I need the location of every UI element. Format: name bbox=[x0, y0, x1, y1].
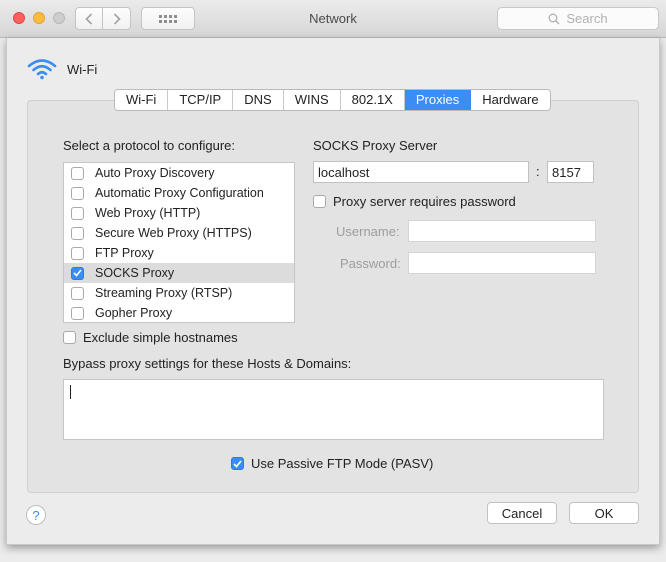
help-button[interactable]: ? bbox=[26, 505, 46, 525]
cancel-button[interactable]: Cancel bbox=[487, 502, 557, 524]
protocol-item-streaming-proxy[interactable]: Streaming Proxy (RTSP) bbox=[64, 283, 294, 303]
protocol-label: Gopher Proxy bbox=[95, 306, 173, 320]
network-window: Network Search Wi-Fi Wi-Fi TCP/IP DNS WI… bbox=[0, 0, 666, 562]
protocol-item-ftp-proxy[interactable]: FTP Proxy bbox=[64, 243, 294, 263]
checkbox[interactable] bbox=[71, 306, 84, 320]
protocol-label: Secure Web Proxy (HTTPS) bbox=[95, 226, 252, 240]
protocol-list: Auto Proxy Discovery Automatic Proxy Con… bbox=[63, 162, 295, 323]
checkmark-icon bbox=[233, 459, 242, 468]
search-field[interactable]: Search bbox=[497, 7, 659, 30]
server-heading: SOCKS Proxy Server bbox=[313, 138, 438, 153]
proxy-host-field[interactable] bbox=[313, 161, 529, 183]
tab-bar: Wi-Fi TCP/IP DNS WINS 802.1X Proxies Har… bbox=[114, 89, 551, 111]
checkbox[interactable] bbox=[71, 186, 84, 200]
tab-proxies[interactable]: Proxies bbox=[404, 90, 472, 110]
protocol-item-gopher-proxy[interactable]: Gopher Proxy bbox=[64, 303, 294, 323]
requires-password-row[interactable]: Proxy server requires password bbox=[313, 194, 516, 209]
protocol-item-auto-discovery[interactable]: Auto Proxy Discovery bbox=[64, 163, 294, 183]
protocol-item-secure-web-proxy[interactable]: Secure Web Proxy (HTTPS) bbox=[64, 223, 294, 243]
passive-ftp-checkbox[interactable] bbox=[231, 457, 244, 470]
password-field[interactable] bbox=[408, 252, 596, 274]
passive-ftp-label: Use Passive FTP Mode (PASV) bbox=[251, 456, 434, 471]
exclude-simple-label: Exclude simple hostnames bbox=[83, 330, 238, 345]
protocol-label: FTP Proxy bbox=[95, 246, 154, 260]
bypass-label: Bypass proxy settings for these Hosts & … bbox=[63, 356, 352, 371]
protocol-item-auto-config[interactable]: Automatic Proxy Configuration bbox=[64, 183, 294, 203]
checkmark-icon bbox=[73, 269, 82, 277]
bypass-textarea[interactable] bbox=[63, 379, 604, 440]
tab-hardware[interactable]: Hardware bbox=[471, 90, 550, 110]
exclude-simple-row[interactable]: Exclude simple hostnames bbox=[63, 330, 238, 345]
search-icon bbox=[548, 13, 560, 24]
proxy-port-field[interactable] bbox=[547, 161, 594, 183]
checkbox[interactable] bbox=[71, 246, 84, 260]
protocol-heading: Select a protocol to configure: bbox=[63, 138, 235, 153]
interface-header: Wi-Fi bbox=[27, 58, 97, 80]
exclude-simple-checkbox[interactable] bbox=[63, 331, 76, 344]
protocol-label: Streaming Proxy (RTSP) bbox=[95, 286, 233, 300]
checkbox[interactable] bbox=[71, 266, 84, 280]
protocol-label: Automatic Proxy Configuration bbox=[95, 186, 264, 200]
tab-8021x[interactable]: 802.1X bbox=[340, 90, 405, 110]
tab-dns[interactable]: DNS bbox=[233, 90, 284, 110]
ok-button[interactable]: OK bbox=[569, 502, 639, 524]
tab-wifi[interactable]: Wi-Fi bbox=[115, 90, 169, 110]
username-label: Username: bbox=[336, 224, 400, 239]
interface-name: Wi-Fi bbox=[67, 61, 98, 77]
protocol-label: Auto Proxy Discovery bbox=[95, 166, 215, 180]
protocol-label: Web Proxy (HTTP) bbox=[95, 206, 201, 220]
username-field[interactable] bbox=[408, 220, 596, 242]
password-label: Password: bbox=[340, 256, 401, 271]
tab-wins[interactable]: WINS bbox=[283, 90, 341, 110]
text-caret bbox=[70, 385, 71, 399]
checkbox[interactable] bbox=[71, 166, 84, 180]
checkbox[interactable] bbox=[71, 226, 84, 240]
search-placeholder: Search bbox=[566, 11, 608, 26]
protocol-label: SOCKS Proxy bbox=[95, 266, 175, 280]
passive-ftp-row[interactable]: Use Passive FTP Mode (PASV) bbox=[231, 456, 433, 471]
title-bar: Network Search bbox=[0, 0, 666, 38]
protocol-item-web-proxy[interactable]: Web Proxy (HTTP) bbox=[64, 203, 294, 223]
port-separator: : bbox=[536, 164, 540, 179]
requires-password-label: Proxy server requires password bbox=[333, 194, 516, 209]
protocol-item-socks-proxy[interactable]: SOCKS Proxy bbox=[64, 263, 294, 283]
wifi-icon bbox=[27, 59, 57, 80]
checkbox[interactable] bbox=[71, 206, 84, 220]
proxies-sheet: Wi-Fi Wi-Fi TCP/IP DNS WINS 802.1X Proxi… bbox=[6, 38, 660, 545]
tab-tcpip[interactable]: TCP/IP bbox=[168, 90, 234, 110]
checkbox[interactable] bbox=[71, 286, 84, 300]
requires-password-checkbox[interactable] bbox=[313, 195, 326, 208]
